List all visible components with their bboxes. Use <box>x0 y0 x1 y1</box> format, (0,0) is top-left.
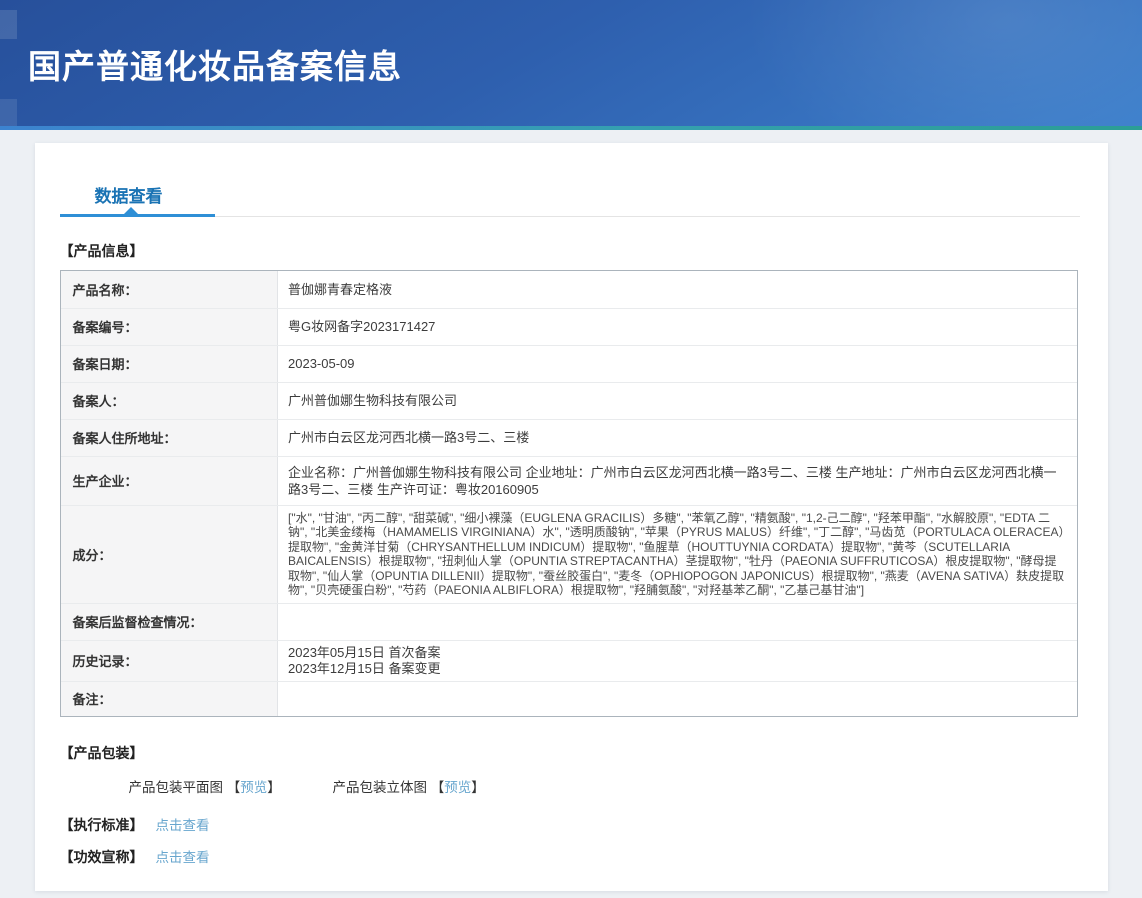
bracket-close: 】 <box>267 780 281 795</box>
efficacy-row: 【功效宣称】 点击查看 <box>60 846 1108 867</box>
row-value: 企业名称：广州普伽娜生物科技有限公司 企业地址：广州市白云区龙河西北横一路3号二… <box>277 456 1077 506</box>
page-footer: 本站由国家药品监督管理局主办 版权所有 Copyright © NMPA All… <box>0 891 1142 898</box>
tab-rule <box>59 207 1080 217</box>
row-value-ingredients: ["水", "甘油", "丙二醇", "甜菜碱", "细小裸藻（EUGLENA … <box>277 505 1077 604</box>
table-row: 成分： ["水", "甘油", "丙二醇", "甜菜碱", "细小裸藻（EUGL… <box>60 505 1077 604</box>
bracket-open: 【 <box>226 780 241 795</box>
row-label: 备案编号： <box>60 308 278 346</box>
header-accent-line <box>0 126 1142 130</box>
row-label: 成分： <box>60 505 278 604</box>
row-value: 广州市白云区龙河西北横一路3号二、三楼 <box>277 419 1077 457</box>
packaging-row: 产品包装平面图 【预览】 产品包装立体图 【预览】 <box>129 776 1108 796</box>
standard-row: 【执行标准】 点击查看 <box>60 814 1108 835</box>
row-value <box>278 681 1077 716</box>
section-title-product-info: 【产品信息】 <box>59 243 144 259</box>
history-line: 2023年12月15日 备案变更 <box>288 660 441 676</box>
row-label: 备案日期： <box>60 345 278 383</box>
row-value <box>277 603 1077 641</box>
row-label: 备案后监督检查情况： <box>60 603 278 641</box>
section-title-packaging: 【产品包装】 <box>59 745 144 761</box>
table-row: 备注： <box>60 681 1077 716</box>
bracket-close: 】 <box>471 780 485 795</box>
table-row: 备案后监督检查情况： <box>60 603 1077 641</box>
efficacy-label: 【功效宣称】 <box>59 849 144 865</box>
table-row: 产品名称： 普伽娜青春定格液 <box>60 271 1077 309</box>
header-glow-decoration <box>742 0 1142 130</box>
preview-stereo-link[interactable]: 预览 <box>444 780 471 795</box>
tab-data-view[interactable]: 数据查看 <box>35 143 163 216</box>
table-row: 备案人住所地址： 广州市白云区龙河西北横一路3号二、三楼 <box>60 419 1077 457</box>
table-row: 备案人： 广州普伽娜生物科技有限公司 <box>60 382 1077 420</box>
header-decoration-square-bottom <box>0 99 17 129</box>
row-label: 备案人： <box>60 382 278 420</box>
tab-arrow-icon <box>122 207 139 215</box>
row-value: 2023-05-09 <box>277 345 1077 383</box>
efficacy-view-link[interactable]: 点击查看 <box>156 850 210 865</box>
packaging-flat-label: 产品包装平面图 <box>128 780 224 795</box>
row-label: 产品名称： <box>60 271 278 309</box>
row-label: 历史记录： <box>60 640 278 682</box>
content-card: 数据查看 【产品信息】 产品名称： 普伽娜青春定格液 备案编号： 粤G妆网备字2… <box>34 143 1108 891</box>
row-value: 广州普伽娜生物科技有限公司 <box>277 382 1077 420</box>
header-decoration-square-top <box>0 10 17 39</box>
bracket-open: 【 <box>430 780 445 795</box>
product-info-table: 产品名称： 普伽娜青春定格液 备案编号： 粤G妆网备字2023171427 备案… <box>59 270 1078 717</box>
row-value: 粤G妆网备字2023171427 <box>277 308 1077 346</box>
history-line: 2023年05月15日 首次备案 <box>288 644 441 660</box>
table-row: 备案日期： 2023-05-09 <box>60 345 1077 383</box>
table-row: 生产企业： 企业名称：广州普伽娜生物科技有限公司 企业地址：广州市白云区龙河西北… <box>60 456 1077 506</box>
packaging-stereo-item: 产品包装立体图 【预览】 <box>333 780 485 795</box>
table-row: 历史记录： 2023年05月15日 首次备案 2023年12月15日 备案变更 <box>60 640 1077 682</box>
row-value: 普伽娜青春定格液 <box>277 271 1077 309</box>
row-label: 生产企业： <box>60 456 278 506</box>
packaging-stereo-label: 产品包装立体图 <box>332 780 428 795</box>
row-value-history: 2023年05月15日 首次备案 2023年12月15日 备案变更 <box>277 640 1077 682</box>
page-header: 国产普通化妆品备案信息 <box>0 0 1142 130</box>
preview-flat-link[interactable]: 预览 <box>240 780 267 795</box>
standard-view-link[interactable]: 点击查看 <box>156 818 210 833</box>
page-title: 国产普通化妆品备案信息 <box>28 48 402 85</box>
packaging-flat-item: 产品包装平面图 【预览】 <box>129 780 285 795</box>
row-label: 备注： <box>60 681 278 716</box>
standard-label: 【执行标准】 <box>59 817 144 833</box>
row-label: 备案人住所地址： <box>60 419 278 457</box>
table-row: 备案编号： 粤G妆网备字2023171427 <box>60 308 1077 346</box>
